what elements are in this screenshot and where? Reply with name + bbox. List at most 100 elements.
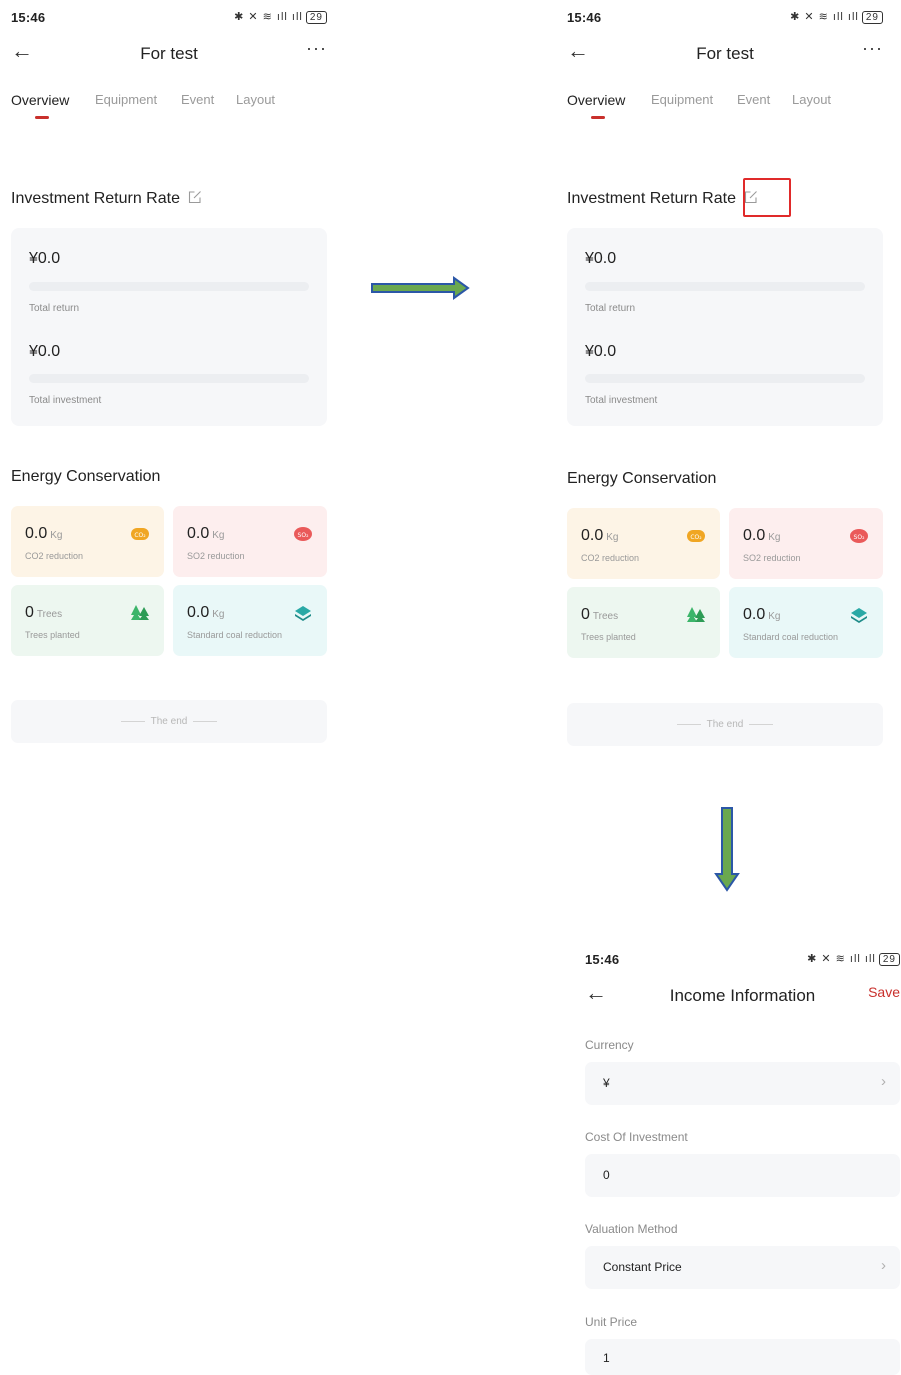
trees-tile: 0 Trees Trees planted <box>567 587 720 658</box>
co2-label: CO2 reduction <box>25 551 84 561</box>
unit-price-value: 1 <box>603 1351 610 1365</box>
svg-text:CO₂: CO₂ <box>134 532 146 539</box>
total-return-label: Total return <box>29 303 80 314</box>
so2-value: 0.0 <box>187 525 210 542</box>
coal-value: 0.0 <box>743 606 766 623</box>
status-icons: ✱ ✕ ≋ ıll ıll 29 <box>234 10 327 24</box>
page-title: For test <box>140 44 198 63</box>
page-title: Income Information <box>669 986 816 1005</box>
edit-icon[interactable] <box>188 190 202 204</box>
co2-unit: Kg <box>606 532 619 543</box>
coal-unit: Kg <box>212 609 225 620</box>
coal-value: 0.0 <box>187 604 210 621</box>
screen-overview: 15:46 ✱ ✕ ≋ ıll ıll 29 ← For test ··· Ove… <box>11 0 327 760</box>
tab-layout[interactable]: Layout <box>792 92 831 107</box>
tab-overview[interactable]: Overview <box>11 92 69 108</box>
total-investment-label: Total investment <box>29 395 102 406</box>
cost-of-investment-input[interactable]: 0 <box>585 1154 900 1197</box>
status-bar: 15:46 ✱ ✕ ≋ ıll ıll 29 <box>567 0 883 30</box>
total-return-value: ¥0.0 <box>29 250 61 267</box>
co2-value: 0.0 <box>581 527 604 544</box>
valuation-method-label: Valuation Method <box>585 1222 678 1236</box>
status-bar: 15:46 ✱ ✕ ≋ ıll ıll 29 <box>585 942 900 972</box>
total-investment-value: ¥0.0 <box>585 343 617 360</box>
status-time: 15:46 <box>11 10 46 25</box>
edit-icon-highlight <box>743 178 791 217</box>
investment-card: ¥0.0 Total return ¥0.0 Total investment <box>567 228 883 426</box>
so2-unit: Kg <box>768 532 781 543</box>
screen-income-information: 15:46 ✱ ✕ ≋ ıll ıll 29 ← Income Informati… <box>585 942 900 1375</box>
total-investment-label: Total investment <box>585 395 658 406</box>
nav-bar: ← Income Information Save <box>585 980 900 1012</box>
investment-section-title: Investment Return Rate <box>567 190 758 208</box>
co2-label: CO2 reduction <box>581 553 640 563</box>
more-icon[interactable]: ··· <box>862 38 883 59</box>
so2-tile: 0.0 Kg SO2 reduction SO₂ <box>173 506 327 577</box>
coal-icon <box>851 608 867 623</box>
end-text: The end <box>150 716 188 727</box>
arrow-right-icon <box>371 276 470 300</box>
so2-label: SO2 reduction <box>187 551 245 561</box>
valuation-method-select[interactable]: Constant Price › <box>585 1246 900 1289</box>
trees-label: Trees planted <box>25 630 80 640</box>
co2-icon: CO₂ <box>687 530 705 542</box>
currency-select[interactable]: ¥ › <box>585 1062 900 1105</box>
tab-layout[interactable]: Layout <box>236 92 275 107</box>
trees-value: 0 <box>25 604 34 621</box>
energy-section-title: Energy Conservation <box>11 468 161 485</box>
svg-text:SO₂: SO₂ <box>298 532 310 539</box>
coal-tile: 0.0 Kg Standard coal reduction <box>729 587 883 658</box>
chevron-right-icon: › <box>881 1257 886 1274</box>
co2-unit: Kg <box>50 530 63 541</box>
tab-active-indicator <box>35 116 49 119</box>
save-button[interactable]: Save <box>868 984 900 1000</box>
so2-tile: 0.0 Kg SO2 reduction SO₂ <box>729 508 883 579</box>
nav-bar: ← For test ··· <box>567 38 883 70</box>
nav-bar: ← For test ··· <box>11 38 327 70</box>
screen-overview-highlighted: 15:46 ✱ ✕ ≋ ıll ıll 29 ← For test ··· Ove… <box>567 0 883 760</box>
currency-value: ¥ <box>603 1076 610 1090</box>
so2-value: 0.0 <box>743 527 766 544</box>
status-time: 15:46 <box>585 952 620 967</box>
so2-icon: SO₂ <box>850 529 868 543</box>
battery-icon: 29 <box>861 11 883 24</box>
unit-price-input[interactable]: 1 <box>585 1339 900 1375</box>
trees-label: Trees planted <box>581 632 636 642</box>
cost-of-investment-label: Cost Of Investment <box>585 1130 688 1144</box>
page-title: For test <box>696 44 754 63</box>
total-investment-bar <box>585 374 865 383</box>
valuation-method-value: Constant Price <box>603 1260 682 1274</box>
arrow-down-icon <box>714 807 740 892</box>
trees-value: 0 <box>581 606 590 623</box>
svg-text:SO₂: SO₂ <box>854 534 866 541</box>
tab-equipment[interactable]: Equipment <box>95 92 157 107</box>
more-icon[interactable]: ··· <box>306 38 327 59</box>
tab-equipment[interactable]: Equipment <box>651 92 713 107</box>
total-return-bar <box>29 282 309 291</box>
investment-section-title: Investment Return Rate <box>11 190 202 208</box>
co2-value: 0.0 <box>25 525 48 542</box>
tab-active-indicator <box>591 116 605 119</box>
svg-text:CO₂: CO₂ <box>690 534 702 541</box>
tab-overview[interactable]: Overview <box>567 92 625 108</box>
co2-tile: 0.0 Kg CO2 reduction CO₂ <box>567 508 720 579</box>
coal-icon <box>295 606 311 621</box>
tab-event[interactable]: Event <box>181 92 214 107</box>
cost-of-investment-value: 0 <box>603 1168 610 1182</box>
chevron-right-icon: › <box>881 1073 886 1090</box>
so2-label: SO2 reduction <box>743 553 801 563</box>
currency-label: Currency <box>585 1038 634 1052</box>
total-investment-value: ¥0.0 <box>29 343 61 360</box>
coal-label: Standard coal reduction <box>187 630 283 640</box>
end-text: The end <box>706 719 744 730</box>
so2-icon: SO₂ <box>294 527 312 541</box>
battery-icon: 29 <box>305 11 327 24</box>
co2-icon: CO₂ <box>131 528 149 540</box>
energy-section-title: Energy Conservation <box>567 470 717 487</box>
trees-icon <box>687 607 705 622</box>
coal-tile: 0.0 Kg Standard coal reduction <box>173 585 327 656</box>
tab-event[interactable]: Event <box>737 92 770 107</box>
coal-unit: Kg <box>768 611 781 622</box>
trees-icon <box>131 605 149 620</box>
unit-price-label: Unit Price <box>585 1315 638 1329</box>
